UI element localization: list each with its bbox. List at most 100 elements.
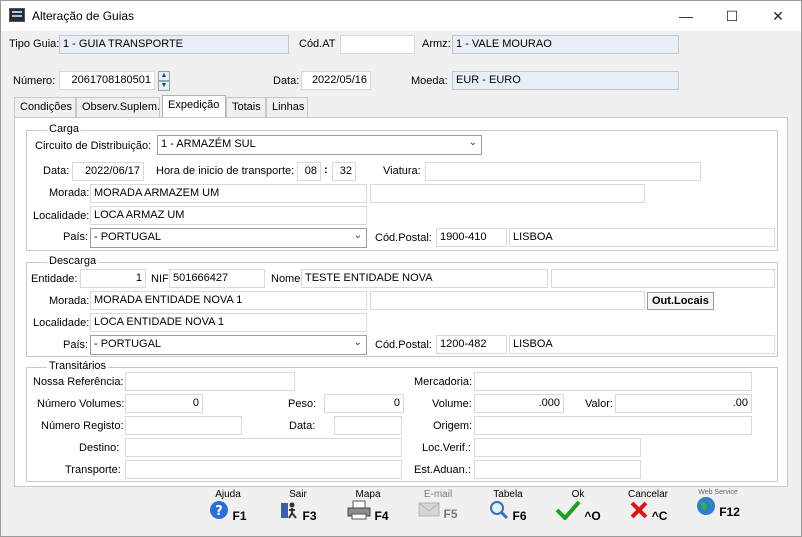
map-caption: Mapa: [355, 489, 381, 500]
loc-verif-label: Loc.Verif.:: [422, 442, 471, 454]
tab-expedicao[interactable]: Expedição: [162, 95, 226, 118]
carga-pais-select[interactable]: - PORTUGAL ⌄: [90, 228, 367, 248]
spin-down-icon[interactable]: ▼: [158, 81, 170, 91]
circuito-label: Circuito de Distribuição:: [35, 140, 152, 152]
email-icon: [418, 502, 440, 517]
carga-cp-field[interactable]: 1900-410: [436, 228, 507, 247]
hora-hours-field[interactable]: 08: [297, 162, 321, 181]
carga-morada-field[interactable]: MORADA ARMAZEM UM: [90, 184, 367, 203]
close-button[interactable]: ✕: [755, 1, 801, 31]
carga-morada-label: Morada:: [49, 187, 90, 199]
circuito-value: 1 - ARMAZÉM SUL: [161, 138, 256, 150]
transitarios-group: Transitários Nossa Referência: Mercadori…: [26, 360, 778, 482]
num-registo-field[interactable]: [125, 416, 242, 435]
table-key: F6: [512, 509, 527, 523]
carga-pais-value: - PORTUGAL: [94, 231, 162, 243]
num-volumes-label: Número Volumes:: [37, 398, 125, 410]
data-label: Data:: [273, 75, 300, 87]
descarga-cp-local-field[interactable]: LISBOA: [509, 335, 775, 354]
carga-data-label: Data:: [43, 165, 70, 177]
armz-field[interactable]: 1 - VALE MOURAO: [452, 35, 679, 54]
map-button[interactable]: Mapa F4: [333, 489, 403, 523]
nif-label: NIF: [151, 273, 169, 285]
tab-observ-suplem[interactable]: Observ.Suplem.: [76, 97, 160, 117]
descarga-morada2-field[interactable]: [370, 291, 645, 310]
title-bar: Alteração de Guias — ☐ ✕: [1, 1, 801, 31]
volume-label: Volume:: [432, 398, 472, 410]
transporte-field[interactable]: [125, 460, 402, 479]
numero-spinner[interactable]: ▲ ▼: [158, 71, 170, 93]
minimize-button[interactable]: —: [663, 1, 709, 31]
exit-key: F3: [302, 509, 317, 523]
destino-field[interactable]: [125, 438, 402, 457]
num-volumes-field[interactable]: 0: [125, 394, 203, 413]
tipo-guia-field[interactable]: 1 - GUIA TRANSPORTE: [59, 35, 289, 54]
help-button[interactable]: Ajuda ? F1: [193, 489, 263, 523]
transporte-label: Transporte:: [65, 464, 121, 476]
spin-up-icon[interactable]: ▲: [158, 71, 170, 81]
help-key: F1: [232, 509, 247, 523]
transitarios-data-field[interactable]: [334, 416, 402, 435]
num-registo-label: Número Registo:: [41, 420, 124, 432]
tab-totais[interactable]: Totais: [226, 97, 266, 117]
volume-field[interactable]: .000: [474, 394, 564, 413]
exit-icon: [281, 502, 298, 519]
exit-caption: Sair: [289, 489, 307, 500]
mercadoria-field[interactable]: [474, 372, 752, 391]
carga-pais-label: País:: [63, 231, 89, 243]
nome2-field[interactable]: [551, 269, 775, 288]
circuito-select[interactable]: 1 - ARMAZÉM SUL ⌄: [157, 135, 482, 155]
entidade-label: Entidade:: [31, 273, 78, 285]
peso-field[interactable]: 0: [324, 394, 404, 413]
web-service-caption: Web Service: [698, 489, 738, 496]
carga-group: Carga Circuito de Distribuição: 1 - ARMA…: [26, 123, 778, 251]
web-service-button[interactable]: Web Service F12: [683, 489, 753, 519]
carga-morada2-field[interactable]: [370, 184, 645, 203]
help-icon: ?: [210, 501, 229, 519]
chevron-down-icon: ⌄: [353, 337, 362, 348]
descarga-group: Descarga Entidade: 1 NIF 501666427 Nome:…: [26, 255, 778, 357]
entidade-field[interactable]: 1: [80, 269, 146, 288]
nif-field[interactable]: 501666427: [169, 269, 265, 288]
viatura-field[interactable]: [425, 162, 701, 181]
carga-localidade-field[interactable]: LOCA ARMAZ UM: [90, 206, 367, 225]
origem-field[interactable]: [474, 416, 752, 435]
transitarios-title: Transitários: [47, 360, 109, 372]
moeda-label: Moeda:: [411, 75, 448, 87]
cross-icon: [630, 501, 648, 519]
carga-data-field[interactable]: 2022/06/17: [72, 162, 144, 181]
armz-label: Armz:: [422, 38, 451, 50]
nossa-ref-field[interactable]: [125, 372, 295, 391]
maximize-button[interactable]: ☐: [709, 1, 755, 31]
numero-field[interactable]: 2061708180501: [59, 71, 155, 90]
check-icon: [555, 500, 581, 521]
chevron-down-icon: ⌄: [353, 230, 362, 241]
descarga-morada-field[interactable]: MORADA ENTIDADE NOVA 1: [90, 291, 367, 310]
out-locais-button[interactable]: Out.Locais: [647, 292, 714, 310]
cancel-button[interactable]: Cancelar ^C: [613, 489, 683, 523]
hora-minutes-field[interactable]: 32: [332, 162, 356, 181]
exit-button[interactable]: Sair F3: [263, 489, 333, 523]
email-button[interactable]: E-mail F5: [403, 489, 473, 521]
data-field[interactable]: 2022/05/16: [301, 71, 371, 90]
printer-icon: [347, 500, 371, 520]
est-aduan-field[interactable]: [474, 460, 641, 479]
tab-linhas[interactable]: Linhas: [266, 97, 308, 117]
loc-verif-field[interactable]: [474, 438, 641, 457]
descarga-pais-select[interactable]: - PORTUGAL ⌄: [90, 335, 367, 355]
help-caption: Ajuda: [215, 489, 241, 500]
nome-field[interactable]: TESTE ENTIDADE NOVA: [301, 269, 548, 288]
tab-condicoes[interactable]: Condições: [14, 97, 76, 117]
valor-field[interactable]: .00: [615, 394, 752, 413]
ok-button[interactable]: Ok ^O: [543, 489, 613, 523]
descarga-localidade-label: Localidade:: [33, 317, 90, 329]
descarga-pais-label: País:: [63, 339, 89, 351]
cod-at-field[interactable]: [340, 35, 415, 54]
descarga-localidade-field[interactable]: LOCA ENTIDADE NOVA 1: [90, 313, 367, 332]
web-service-key: F12: [719, 505, 740, 519]
moeda-field[interactable]: EUR - EURO: [452, 71, 679, 90]
table-button[interactable]: Tabela F6: [473, 489, 543, 523]
descarga-pais-value: - PORTUGAL: [94, 338, 162, 350]
carga-cp-local-field[interactable]: LISBOA: [509, 228, 775, 247]
descarga-cp-field[interactable]: 1200-482: [436, 335, 507, 354]
